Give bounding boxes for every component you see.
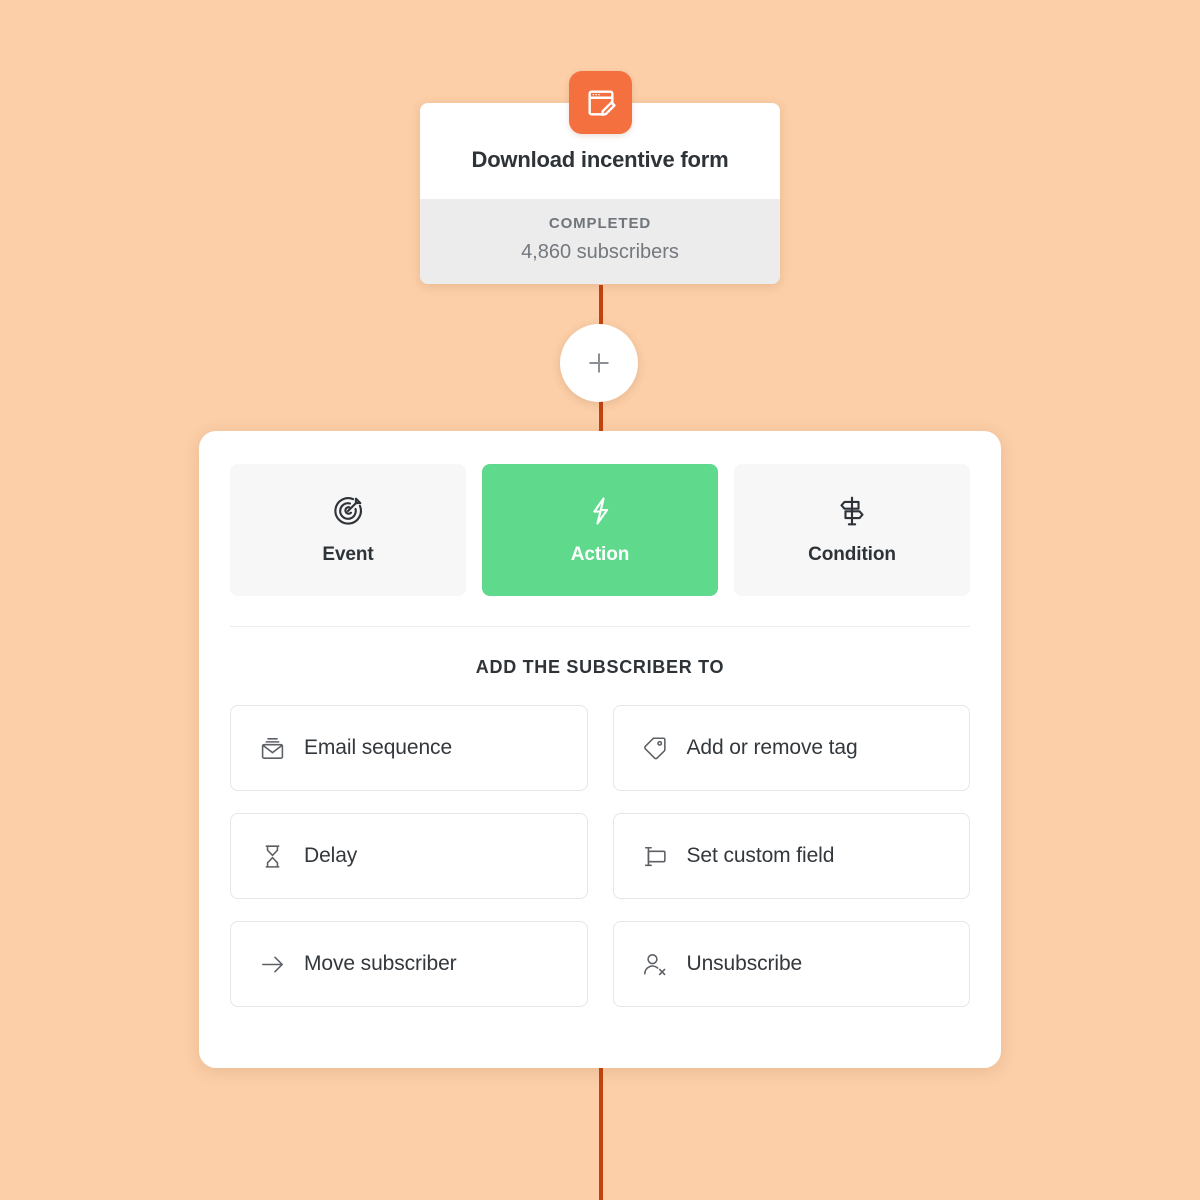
hourglass-icon xyxy=(257,843,287,870)
option-set-custom-field-label: Set custom field xyxy=(686,844,835,867)
subscriber-count: 4,860 subscribers xyxy=(521,241,679,263)
lightning-bolt-icon xyxy=(583,494,617,528)
option-set-custom-field[interactable]: Set custom field xyxy=(612,813,970,899)
tab-condition-label: Condition xyxy=(808,544,896,565)
add-step-button[interactable] xyxy=(560,324,638,402)
form-edit-icon xyxy=(569,71,632,134)
tab-action-label: Action xyxy=(570,544,630,565)
option-add-or-remove-tag[interactable]: Add or remove tag xyxy=(612,705,970,791)
target-icon xyxy=(331,494,365,528)
option-email-sequence[interactable]: Email sequence xyxy=(230,705,588,791)
picker-divider xyxy=(230,626,970,627)
status-badge: COMPLETED xyxy=(548,215,652,232)
connector-line-bottom xyxy=(599,1064,603,1200)
arrow-right-icon xyxy=(257,951,287,978)
option-move-subscriber[interactable]: Move subscriber xyxy=(230,921,588,1007)
option-delay[interactable]: Delay xyxy=(230,813,588,899)
workflow-canvas: Download incentive form COMPLETED 4,860 … xyxy=(0,0,1200,1200)
tab-event[interactable]: Event xyxy=(230,464,466,596)
step-type-tabs: Event Action Condition xyxy=(230,464,970,596)
tab-event-label: Event xyxy=(322,544,374,565)
section-title: ADD THE SUBSCRIBER TO xyxy=(475,657,725,677)
user-remove-icon xyxy=(640,951,670,978)
step-picker-panel: Event Action Condition ADD THE SUBSCRIBE… xyxy=(199,431,1001,1068)
trigger-node-footer: COMPLETED 4,860 subscribers xyxy=(420,199,780,284)
email-sequence-icon xyxy=(257,735,287,762)
option-unsubscribe[interactable]: Unsubscribe xyxy=(612,921,970,1007)
tag-icon xyxy=(640,735,670,762)
option-email-sequence-label: Email sequence xyxy=(304,736,453,759)
option-add-or-remove-tag-label: Add or remove tag xyxy=(686,736,858,759)
option-unsubscribe-label: Unsubscribe xyxy=(686,952,803,975)
custom-field-icon xyxy=(640,843,670,870)
tab-condition[interactable]: Condition xyxy=(734,464,970,596)
signpost-icon xyxy=(835,494,869,528)
option-move-subscriber-label: Move subscriber xyxy=(304,952,457,975)
plus-icon xyxy=(589,353,609,373)
option-delay-label: Delay xyxy=(304,844,358,867)
tab-action[interactable]: Action xyxy=(482,464,718,596)
trigger-node-title: Download incentive form xyxy=(471,147,729,172)
action-option-grid: Email sequence Add or remove tag Delay S… xyxy=(230,705,970,1007)
